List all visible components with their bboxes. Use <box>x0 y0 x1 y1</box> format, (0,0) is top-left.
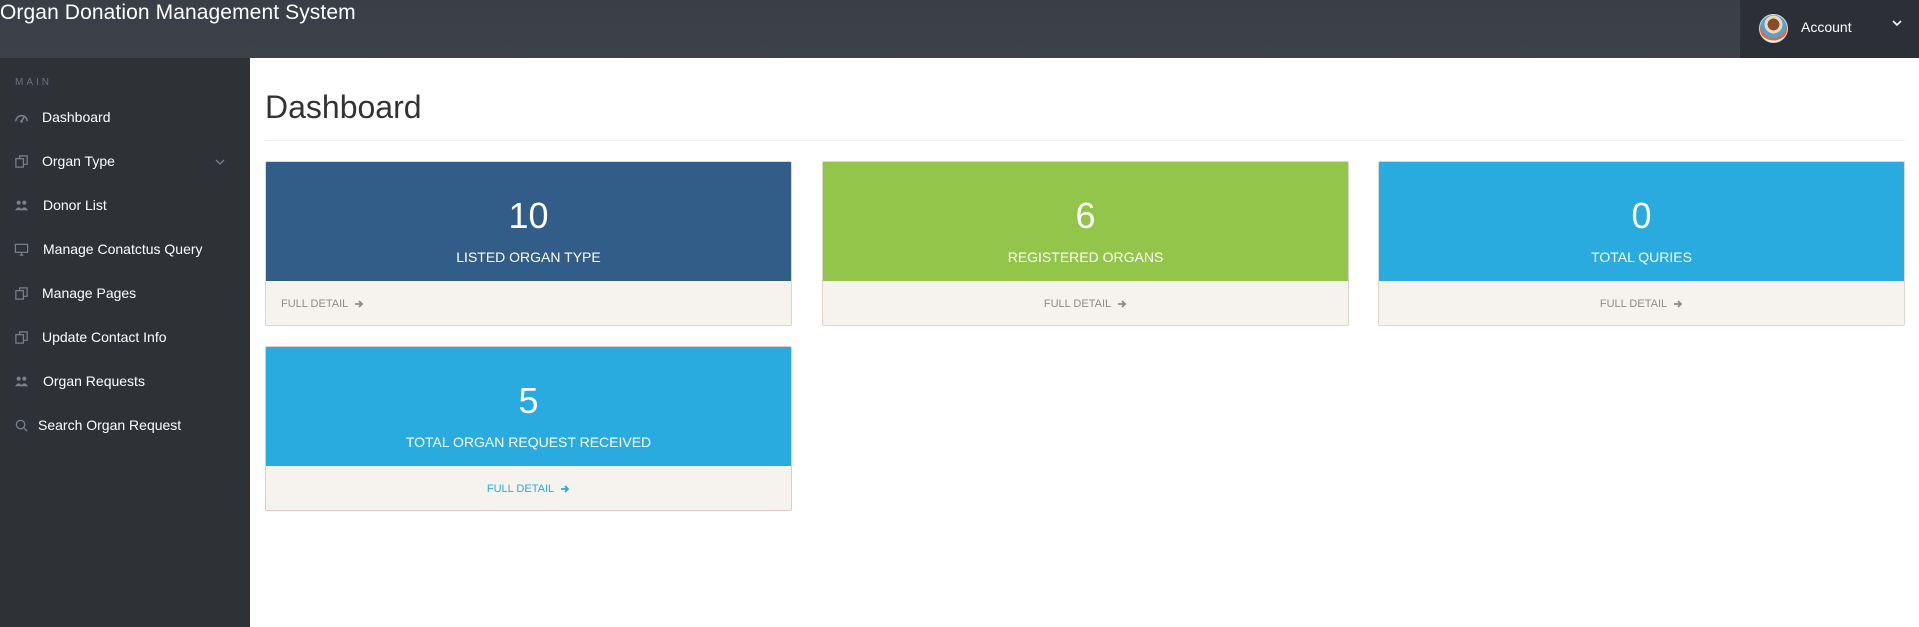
copy-icon <box>15 155 28 168</box>
card-footer: FULL DETAIL <box>266 466 791 510</box>
full-detail-link[interactable]: FULL DETAIL <box>281 298 364 310</box>
sidebar-item-manage-contactus-query[interactable]: Manage Conatctus Query <box>0 228 250 272</box>
desktop-icon <box>14 243 29 256</box>
sidebar-item-organ-type[interactable]: Organ Type <box>0 140 250 184</box>
app-title[interactable]: Organ Donation Management System <box>0 1 356 25</box>
card-footer: FULL DETAIL <box>1379 281 1904 325</box>
link-label: FULL DETAIL <box>486 483 555 495</box>
search-icon <box>15 419 28 432</box>
dashboard-icon <box>15 114 28 123</box>
page-title: Dashboard <box>265 89 422 125</box>
card-header: 10 LISTED ORGAN TYPE <box>266 162 791 281</box>
avatar <box>1759 14 1788 43</box>
sidebar-item-donor-list[interactable]: Donor List <box>0 184 250 228</box>
card-header: 5 TOTAL ORGAN REQUEST RECEIVED <box>266 347 791 466</box>
chevron-down-icon <box>1892 20 1902 27</box>
sidebar-item-label: Manage Conatctus Query <box>43 241 203 257</box>
arrow-right-icon <box>355 300 364 308</box>
sidebar-item-search-organ-request[interactable]: Search Organ Request <box>0 404 250 448</box>
card-header: 0 TOTAL QURIES <box>1379 162 1904 281</box>
stat-value: 6 <box>1075 195 1096 236</box>
stat-caption: TOTAL QURIES <box>1591 249 1692 265</box>
account-label: Account <box>1801 19 1852 35</box>
link-label: FULL DETAIL <box>281 298 349 310</box>
arrow-right-icon <box>1674 300 1683 308</box>
link-label: FULL DETAIL <box>1043 298 1112 310</box>
sidebar-item-label: Dashboard <box>42 109 111 125</box>
full-detail-link[interactable]: FULL DETAIL <box>1044 298 1127 310</box>
card-footer: FULL DETAIL <box>823 281 1348 325</box>
sidebar-item-label: Manage Pages <box>42 285 137 301</box>
full-detail-link[interactable]: FULL DETAIL <box>487 483 570 495</box>
sidebar-item-label: Search Organ Request <box>38 417 182 433</box>
users-icon <box>14 200 29 211</box>
stat-value: 10 <box>508 195 549 236</box>
copy-icon <box>15 287 28 300</box>
top-navbar: Organ Donation Management System Account <box>0 0 1919 58</box>
card-footer: FULL DETAIL <box>266 281 791 325</box>
sidebar-item-dashboard[interactable]: Dashboard <box>0 96 250 140</box>
sidebar-item-organ-requests[interactable]: Organ Requests <box>0 360 250 404</box>
users-icon <box>14 376 29 387</box>
stat-card-listed-organ-type: 10 LISTED ORGAN TYPE FULL DETAIL <box>265 161 792 326</box>
stat-caption: LISTED ORGAN TYPE <box>456 249 601 265</box>
chevron-down-icon <box>215 159 225 165</box>
arrow-right-icon <box>561 485 570 493</box>
stat-caption: REGISTERED ORGANS <box>1007 249 1164 265</box>
sidebar-item-label: Organ Requests <box>43 373 145 389</box>
link-label: FULL DETAIL <box>1599 298 1668 310</box>
arrow-right-icon <box>1118 300 1127 308</box>
stat-value: 5 <box>518 380 539 421</box>
card-header: 6 REGISTERED ORGANS <box>823 162 1348 281</box>
stat-value: 0 <box>1631 195 1652 236</box>
sidebar: MAIN Dashboard Organ Type Donor List Man… <box>0 58 250 627</box>
full-detail-link[interactable]: FULL DETAIL <box>1600 298 1683 310</box>
stat-card-total-queries: 0 TOTAL QURIES FULL DETAIL <box>1378 161 1905 326</box>
sidebar-item-label: Donor List <box>43 197 107 213</box>
sidebar-item-label: Organ Type <box>42 153 115 169</box>
sidebar-item-label: Update Contact Info <box>42 329 167 345</box>
title-divider <box>265 140 1905 141</box>
copy-icon <box>15 331 28 344</box>
stat-card-registered-organs: 6 REGISTERED ORGANS FULL DETAIL <box>822 161 1349 326</box>
sidebar-section-title: MAIN <box>15 77 52 88</box>
account-menu[interactable]: Account <box>1740 0 1919 58</box>
sidebar-item-update-contact-info[interactable]: Update Contact Info <box>0 316 250 360</box>
stat-card-total-organ-request-received: 5 TOTAL ORGAN REQUEST RECEIVED FULL DETA… <box>265 346 792 511</box>
stat-caption: TOTAL ORGAN REQUEST RECEIVED <box>405 434 652 450</box>
sidebar-item-manage-pages[interactable]: Manage Pages <box>0 272 250 316</box>
